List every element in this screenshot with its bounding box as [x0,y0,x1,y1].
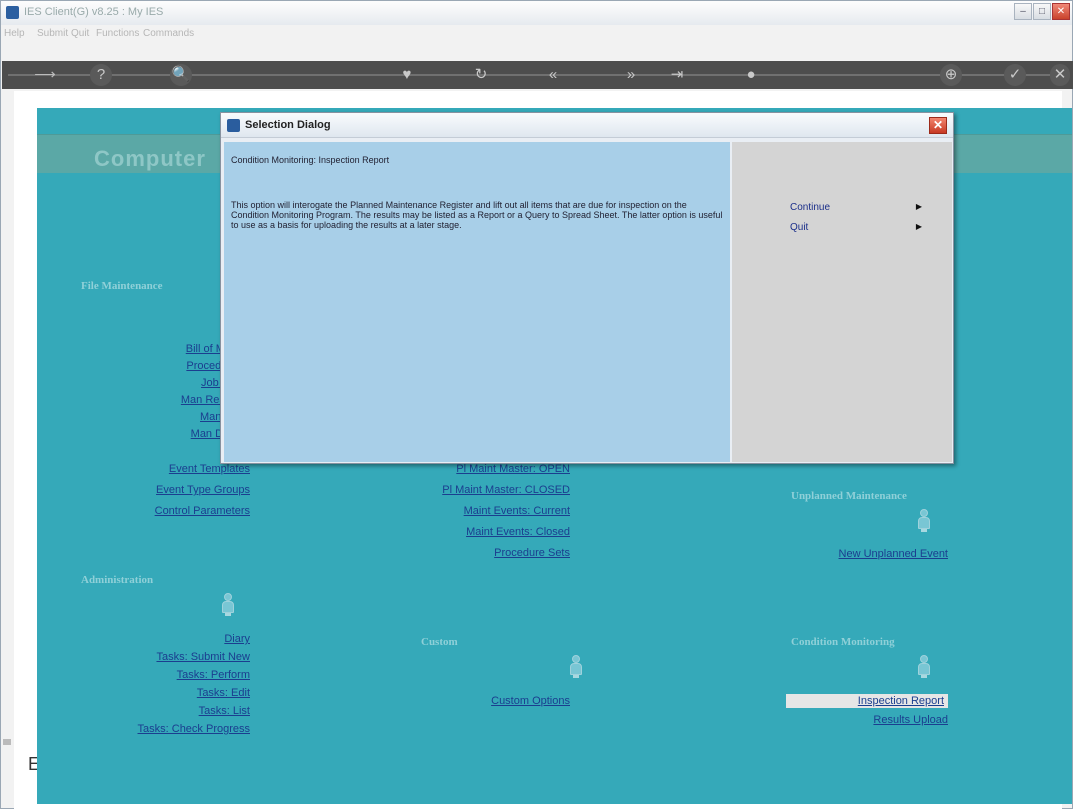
app-icon [6,6,19,19]
link-results-upload[interactable]: Results Upload [873,714,948,726]
dialog-title-bar: Selection Dialog ✕ [221,113,953,138]
unplanned-person-icon [917,509,931,533]
link-event-type-groups[interactable]: Event Type Groups [156,484,250,496]
dialog-app-icon [227,119,240,132]
link-maint-events-current[interactable]: Maint Events: Current [464,505,570,517]
link-tasks-list[interactable]: Tasks: List [199,705,250,717]
app-window: IES Client(G) v8.25 : My IES – □ ✕ Help … [0,0,1073,809]
section-custom: Custom [421,636,458,648]
link-pl-maint-open[interactable]: Pl Maint Master: OPEN [456,463,570,475]
edge-marker [3,739,11,745]
link-tasks-submit-new[interactable]: Tasks: Submit New [156,651,250,663]
menu-submit[interactable]: Submit [37,28,68,39]
last-icon[interactable]: ⇥ [666,64,688,86]
chevron-right-icon: ▶ [915,222,922,231]
minimize-button[interactable]: – [1014,3,1032,20]
link-inspection-report[interactable]: Inspection Report [786,694,948,708]
menu-help[interactable]: Help [4,28,25,39]
refresh-icon[interactable]: ↻ [470,64,492,86]
link-procedure-sets[interactable]: Procedure Sets [494,547,570,559]
title-bar: IES Client(G) v8.25 : My IES – □ ✕ [1,1,1072,25]
menu-quit[interactable]: Quit [71,28,89,39]
menu-functions[interactable]: Functions [96,28,139,39]
link-new-unplanned-event[interactable]: New Unplanned Event [839,548,948,560]
ok-icon[interactable]: ✓ [1004,64,1026,86]
dialog-title: Selection Dialog [245,119,331,131]
admin-person-icon [221,593,235,617]
section-condition-monitoring: Condition Monitoring [791,636,895,648]
window-title: IES Client(G) v8.25 : My IES [24,6,164,18]
dialog-description-panel: Condition Monitoring: Inspection Report … [224,142,730,462]
menu-commands[interactable]: Commands [143,28,194,39]
help-icon[interactable]: ? [90,64,112,86]
link-control-parameters[interactable]: Control Parameters [155,505,250,517]
toolbar: ⟶ ? 🔍 ♥ ↻ « » ⇥ ● ⊕ ✓ ✕ [2,61,1073,89]
link-pl-maint-closed[interactable]: Pl Maint Master: CLOSED [442,484,570,496]
custom-person-icon [569,655,583,679]
back-arrow-icon[interactable]: ⟶ [30,64,60,86]
link-tasks-perform[interactable]: Tasks: Perform [177,669,250,681]
link-diary[interactable]: Diary [224,633,250,645]
option-continue-label: Continue [790,202,831,213]
favorite-icon[interactable]: ♥ [396,64,418,86]
section-administration: Administration [81,574,154,586]
dialog-header: Condition Monitoring: Inspection Report [231,155,390,165]
link-custom-options[interactable]: Custom Options [491,695,570,707]
exit-icon[interactable]: ✕ [1050,64,1070,86]
dialog-options-panel: Continue ▶ Quit ▶ [732,142,952,462]
previous-icon[interactable]: « [542,64,564,86]
dialog-close-button[interactable]: ✕ [929,117,947,134]
option-quit-label: Quit [790,222,809,233]
condition-person-icon [917,655,931,679]
next-icon[interactable]: » [620,64,642,86]
maximize-button[interactable]: □ [1033,3,1051,20]
option-quit[interactable]: Quit ▶ [790,222,930,236]
dialog-description: This option will interogate the Planned … [231,200,723,230]
section-unplanned-maintenance: Unplanned Maintenance [791,490,907,502]
link-tasks-edit[interactable]: Tasks: Edit [197,687,250,699]
option-continue[interactable]: Continue ▶ [790,202,930,216]
add-icon[interactable]: ⊕ [940,64,962,86]
link-tasks-check-progress[interactable]: Tasks: Check Progress [138,723,250,735]
brand-title: Computer [94,146,206,171]
close-button[interactable]: ✕ [1052,3,1070,20]
section-file-maintenance: File Maintenance [81,280,163,292]
chevron-right-icon: ▶ [915,202,922,211]
menu-bar: Help Submit Quit Functions Commands [1,25,1072,43]
search-icon[interactable]: 🔍 [170,64,192,86]
link-maint-events-closed[interactable]: Maint Events: Closed [466,526,570,538]
selection-dialog: Selection Dialog ✕ Condition Monitoring:… [220,112,954,464]
record-icon[interactable]: ● [740,64,762,86]
link-event-templates[interactable]: Event Templates [169,463,250,475]
